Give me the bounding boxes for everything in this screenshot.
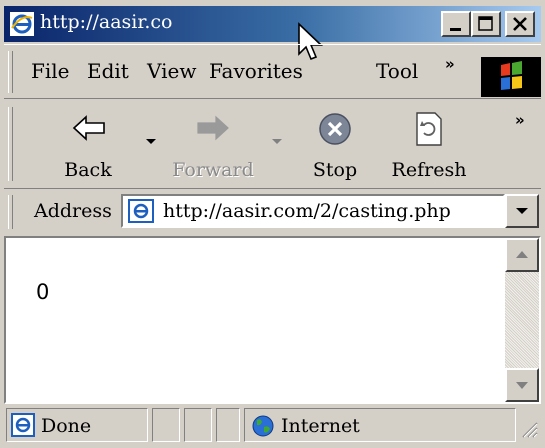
menu-bar: File Edit View Favorites Tool » xyxy=(4,44,541,99)
menu-view-label: View xyxy=(147,59,197,83)
menu-edit[interactable]: Edit xyxy=(87,59,129,83)
menu-tools[interactable]: Tool xyxy=(376,59,418,83)
menu-favorites-label: Favorites xyxy=(209,59,303,83)
status-pane-2 xyxy=(152,408,180,442)
address-input[interactable]: http://aasir.com/2/casting.php xyxy=(121,194,505,228)
page-icon xyxy=(128,199,154,223)
page-text: 0 xyxy=(36,280,50,304)
toolbar-overflow-chevron[interactable]: » xyxy=(515,111,525,129)
address-dropdown-button[interactable] xyxy=(505,194,539,228)
page-content[interactable]: 0 xyxy=(4,236,541,404)
address-grip[interactable] xyxy=(8,195,13,229)
ie-icon[interactable] xyxy=(10,12,34,36)
menu-edit-label: Edit xyxy=(87,59,129,83)
menu-view[interactable]: View xyxy=(147,59,196,83)
menu-grip[interactable] xyxy=(8,51,13,93)
status-main-pane: Done xyxy=(6,408,148,442)
windows-logo xyxy=(481,57,541,97)
status-text: Done xyxy=(41,415,92,437)
windows-flag-icon xyxy=(501,61,522,90)
address-url: http://aasir.com/2/casting.php xyxy=(163,200,451,222)
arrow-down-icon xyxy=(516,382,528,389)
refresh-button[interactable]: Refresh xyxy=(384,109,474,185)
page-status-icon xyxy=(11,413,35,437)
minimize-button[interactable] xyxy=(441,11,471,37)
menu-file-label: File xyxy=(31,59,70,83)
vertical-scrollbar[interactable] xyxy=(505,238,539,402)
menu-favorites[interactable]: Favorites xyxy=(209,59,303,83)
status-pane-4 xyxy=(216,408,240,442)
status-pane-3 xyxy=(184,408,212,442)
forward-arrow-icon xyxy=(197,115,229,141)
close-icon xyxy=(513,17,527,31)
refresh-icon xyxy=(416,112,442,146)
arrow-up-icon xyxy=(516,251,528,258)
maximize-icon xyxy=(478,16,493,31)
globe-icon xyxy=(252,415,274,437)
status-bar: Done Internet xyxy=(4,404,541,446)
stop-label: Stop xyxy=(312,159,358,181)
back-dropdown-arrow-icon[interactable] xyxy=(146,139,156,144)
standard-toolbar: Back Forward Stop Refresh » xyxy=(4,98,541,189)
menu-overflow-chevron[interactable]: » xyxy=(445,55,455,73)
stop-icon xyxy=(319,113,351,145)
address-label: Address xyxy=(34,200,112,222)
maximize-button[interactable] xyxy=(471,11,501,37)
resize-grip-icon[interactable] xyxy=(520,420,538,438)
back-label: Back xyxy=(64,159,112,181)
forward-dropdown-arrow-icon[interactable] xyxy=(272,139,282,144)
forward-label: Forward xyxy=(172,159,254,181)
address-bar: Address http://aasir.com/2/casting.php xyxy=(4,188,541,235)
close-button[interactable] xyxy=(505,11,535,37)
chevron-down-icon xyxy=(516,208,528,214)
zone-text: Internet xyxy=(281,415,360,437)
refresh-label: Refresh xyxy=(391,159,467,181)
toolbar-grip[interactable] xyxy=(8,107,13,181)
menu-tools-label: Tool xyxy=(376,59,419,83)
minimize-icon xyxy=(450,28,461,31)
menu-file[interactable]: File xyxy=(31,59,70,83)
stop-button[interactable]: Stop xyxy=(300,109,370,185)
scroll-down-button[interactable] xyxy=(505,368,539,402)
browser-window: http://aasir.co File Edit View Favorites… xyxy=(0,0,545,448)
back-arrow-icon xyxy=(72,115,105,141)
status-zone-pane: Internet xyxy=(244,408,516,442)
back-button[interactable]: Back xyxy=(48,109,128,185)
forward-button[interactable]: Forward xyxy=(168,109,258,185)
scroll-up-button[interactable] xyxy=(505,238,539,272)
title-bar[interactable]: http://aasir.co xyxy=(4,6,541,42)
window-title: http://aasir.co xyxy=(40,11,173,33)
